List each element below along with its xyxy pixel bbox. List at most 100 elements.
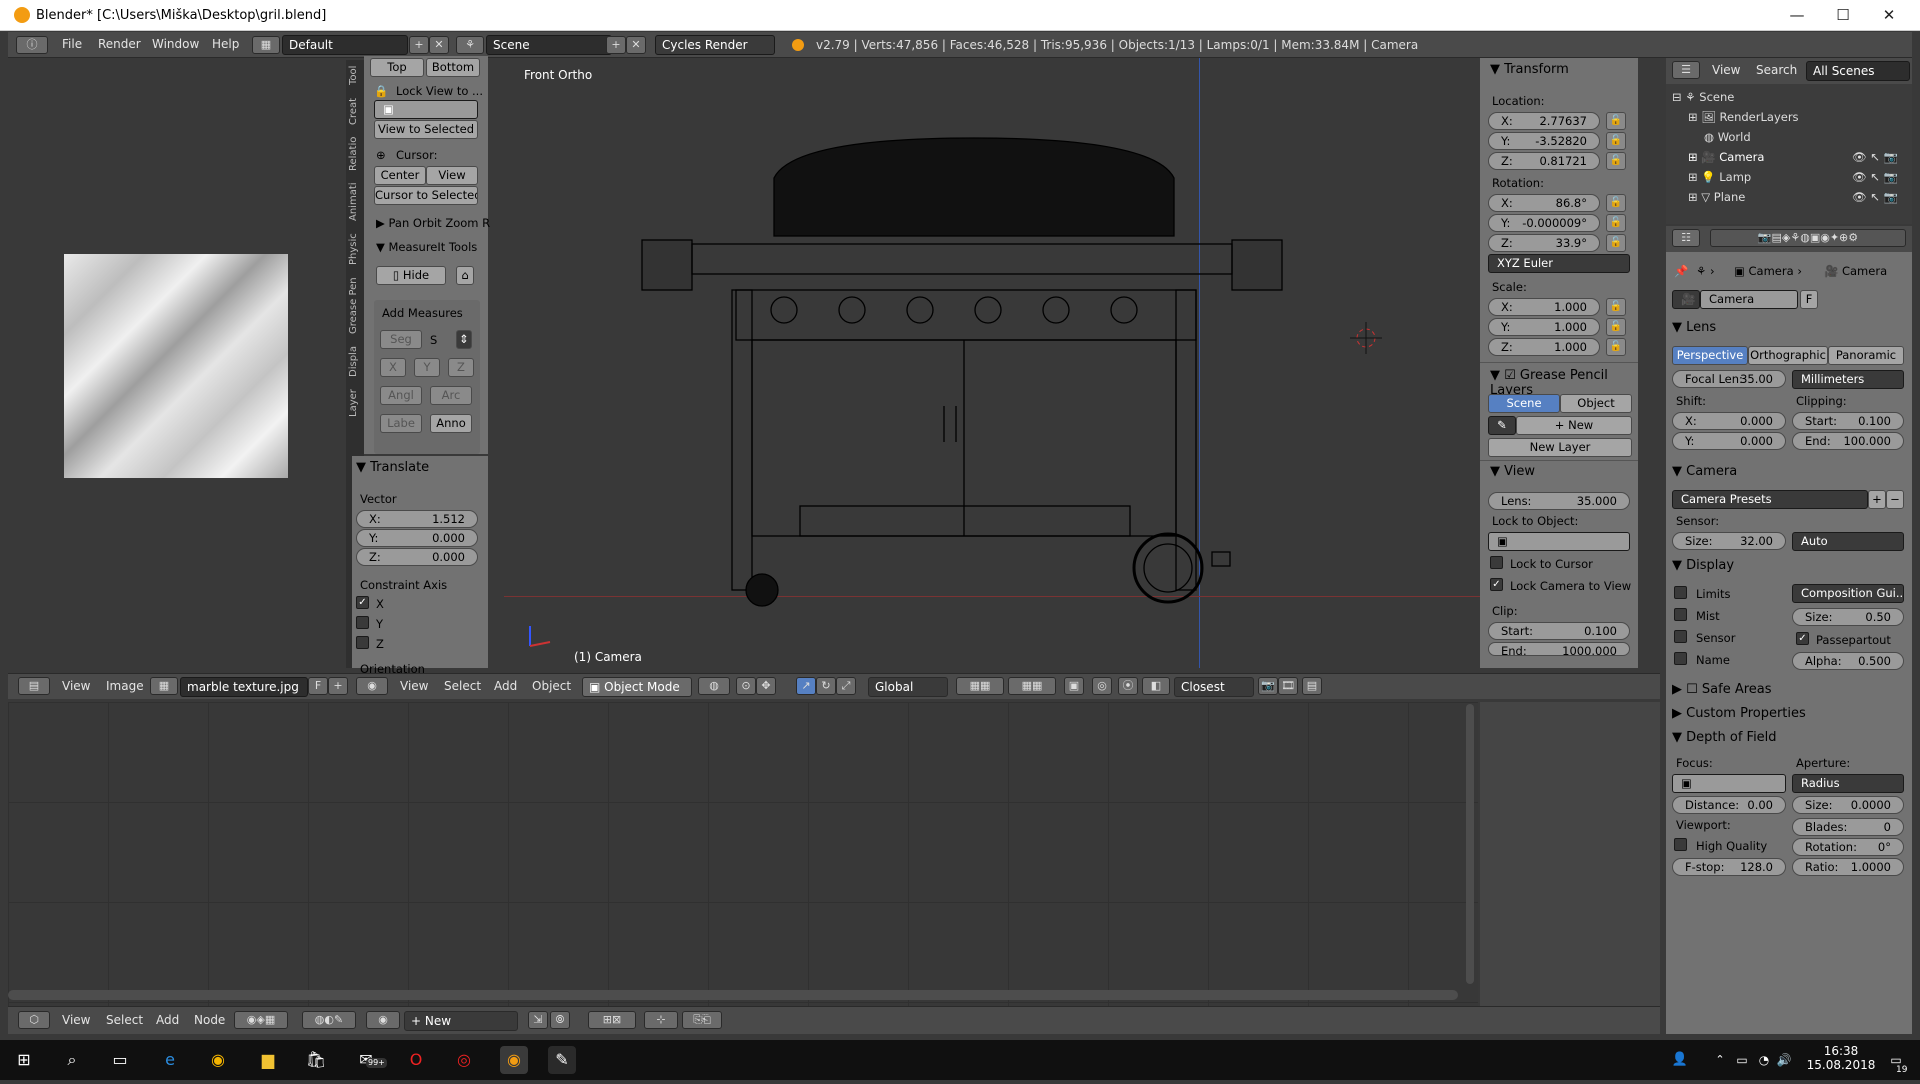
clock[interactable]: 16:38 15.08.2018 xyxy=(1806,1044,1876,1072)
outliner-item-lamp[interactable]: ⊞ 💡 Lamp xyxy=(1688,170,1751,184)
display-panel-header[interactable]: ▼ Display xyxy=(1672,558,1734,573)
translate-panel-header[interactable]: ▼ Translate xyxy=(356,460,429,475)
arc-button[interactable]: Arc xyxy=(430,386,472,405)
high-quality-checkbox[interactable] xyxy=(1674,838,1687,851)
transform-orientation-select[interactable]: Global xyxy=(868,677,948,697)
proportional-edit-icon[interactable]: ◎ xyxy=(1092,677,1112,695)
properties-context-tabs[interactable]: 📷▤◈⚘◍▣◉✦⊕⚙ xyxy=(1710,229,1906,247)
clip-start-property[interactable]: Start: 0.100 xyxy=(1792,412,1904,430)
render-engine-selector[interactable]: Cycles Render xyxy=(655,35,775,55)
cursor-to-selected-button[interactable]: Cursor to Selected xyxy=(374,186,478,205)
view3d-menu-add[interactable]: Add xyxy=(494,679,517,693)
lock-rotation-y-icon[interactable]: 🔓 xyxy=(1606,214,1626,232)
aperture-size-field[interactable]: Size: 0.0000 xyxy=(1792,796,1904,814)
pin-icon[interactable]: 📌 xyxy=(1674,264,1688,278)
menu-render[interactable]: Render xyxy=(98,37,141,51)
task-view-icon[interactable]: ▭ xyxy=(106,1046,134,1074)
aperture-type-select[interactable]: Radius xyxy=(1792,774,1904,793)
aperture-ratio-field[interactable]: Ratio: 1.0000 xyxy=(1792,858,1904,876)
windows-start-icon[interactable]: ⊞ xyxy=(10,1046,38,1074)
rotation-z-field[interactable]: Z: 33.9° xyxy=(1488,234,1600,252)
scale-y-field[interactable]: Y: 1.000 xyxy=(1488,318,1600,336)
node-copy-paste-icons[interactable]: ⎘⎗ xyxy=(682,1011,722,1029)
node-browse-icon[interactable]: ◉ xyxy=(366,1011,400,1029)
camera-data-browse-icon[interactable]: 🎥 xyxy=(1672,290,1700,309)
gp-object-tab[interactable]: Object xyxy=(1560,394,1632,413)
new-layer-button[interactable]: New Layer xyxy=(1488,438,1632,457)
focus-distance-field[interactable]: Distance: 0.00 xyxy=(1672,796,1786,814)
passepartout-checkbox[interactable]: ✓ xyxy=(1796,632,1809,645)
people-icon[interactable]: 👤 xyxy=(1666,1046,1694,1074)
cursor-view-button[interactable]: View xyxy=(426,166,478,185)
outliner-display-mode[interactable]: All Scenes xyxy=(1806,61,1910,81)
top-view-button[interactable]: Top xyxy=(370,58,424,77)
outliner[interactable]: ☰ View Search All Scenes ⊟ ⚘ Scene ⊞ 🖼 R… xyxy=(1666,58,1912,224)
lock-scale-y-icon[interactable]: 🔓 xyxy=(1606,318,1626,336)
custom-properties-panel-header[interactable]: ▶ Custom Properties xyxy=(1672,706,1806,721)
vector-z-field[interactable]: Z: 0.000 xyxy=(356,548,478,566)
outliner-menu-view[interactable]: View xyxy=(1712,63,1740,77)
editor-type-node-icon[interactable]: ⬡ xyxy=(18,1011,50,1029)
menu-help[interactable]: Help xyxy=(212,37,239,51)
lock-location-y-icon[interactable]: 🔓 xyxy=(1606,132,1626,150)
minimize-button[interactable]: — xyxy=(1774,0,1820,31)
image-new-icon[interactable]: + xyxy=(328,677,348,695)
outliner-item-world[interactable]: ◍ World xyxy=(1704,130,1751,144)
blades-field[interactable]: Blades: 0 xyxy=(1792,818,1904,836)
node-editor-v-scrollbar[interactable] xyxy=(1466,704,1474,984)
rotate-manipulator-icon[interactable]: ↻ xyxy=(816,677,836,695)
image-menu-view[interactable]: View xyxy=(62,679,90,693)
rotation-mode-select[interactable]: XYZ Euler xyxy=(1488,254,1630,273)
node-menu-add[interactable]: Add xyxy=(156,1013,179,1027)
perspective-button[interactable]: Perspective xyxy=(1672,346,1748,365)
pan-orbit-zoom-panel[interactable]: ▶ Pan Orbit Zoom R xyxy=(376,216,490,230)
action-center-icon[interactable]: ▭ 19 xyxy=(1882,1046,1910,1075)
location-y-field[interactable]: Y: -3.52820 xyxy=(1488,132,1600,150)
opera-icon[interactable]: O xyxy=(402,1046,430,1074)
node-editor-h-scrollbar[interactable] xyxy=(8,990,1458,1000)
location-z-field[interactable]: Z: 0.81721 xyxy=(1488,152,1600,170)
safe-areas-panel-header[interactable]: ▶ ☐ Safe Areas xyxy=(1672,682,1772,697)
scene-selector[interactable]: Scene xyxy=(486,35,612,55)
shift-x-field[interactable]: X: 0.000 xyxy=(1672,412,1786,430)
location-x-field[interactable]: X: 2.77637 xyxy=(1488,112,1600,130)
gp-brush-icon[interactable]: ✎ xyxy=(1488,416,1516,435)
mist-checkbox[interactable] xyxy=(1674,608,1687,621)
remove-scene-icon[interactable]: ✕ xyxy=(626,36,646,54)
image-menu-image[interactable]: Image xyxy=(106,679,144,693)
node-pin-icon[interactable]: ⦾ xyxy=(550,1011,570,1029)
edge-browser-icon[interactable]: e xyxy=(156,1046,184,1074)
gp-scene-tab[interactable]: Scene xyxy=(1488,394,1560,413)
image-browse-icon[interactable]: ▦ xyxy=(150,677,178,695)
composition-guides-select[interactable]: Composition Gui... xyxy=(1792,584,1904,603)
use-nodes-icon[interactable]: ⇲ xyxy=(528,1011,548,1029)
camera-data-name[interactable]: Camera xyxy=(1700,290,1798,309)
x-measure-button[interactable]: X xyxy=(380,358,406,377)
depth-of-field-panel-header[interactable]: ▼ Depth of Field xyxy=(1672,730,1777,745)
menu-file[interactable]: File xyxy=(62,37,82,51)
view3d-menu-select[interactable]: Select xyxy=(444,679,481,693)
opengl-render-icon[interactable]: 📷 xyxy=(1258,677,1278,695)
annotation-button[interactable]: Anno xyxy=(430,414,472,433)
blender-taskbar-icon[interactable]: ◉ xyxy=(500,1046,528,1074)
viewport-shading-icon[interactable]: ◍ xyxy=(698,677,730,695)
measureit-config-icon[interactable]: ⌂ xyxy=(456,266,474,285)
gp-new-button[interactable]: + New xyxy=(1516,416,1632,435)
clip-end-property[interactable]: End: 100.000 xyxy=(1792,432,1904,450)
focus-object-field[interactable]: ▣ xyxy=(1672,774,1786,793)
cursor-center-button[interactable]: Center xyxy=(374,166,426,185)
add-layout-icon[interactable]: + xyxy=(409,36,429,54)
opengl-anim-icon[interactable]: 🎞 xyxy=(1278,677,1298,695)
lamp-visibility-icons[interactable]: 👁 ↖ 📷 xyxy=(1852,170,1898,184)
search-icon[interactable]: ⌕ xyxy=(58,1046,86,1074)
vector-y-field[interactable]: Y: 0.000 xyxy=(356,529,478,547)
panoramic-button[interactable]: Panoramic xyxy=(1828,346,1904,365)
name-checkbox[interactable] xyxy=(1674,652,1687,665)
size-stepper[interactable]: ⇕ xyxy=(456,330,472,349)
file-explorer-icon[interactable]: ▆ xyxy=(254,1046,282,1074)
node-tree-type-icons[interactable]: ◉◈▦ xyxy=(234,1011,288,1029)
angle-button[interactable]: Angl xyxy=(380,386,422,405)
manipulator-icon[interactable]: ✥ xyxy=(756,677,776,695)
node-menu-view[interactable]: View xyxy=(62,1013,90,1027)
add-preset-icon[interactable]: + xyxy=(1868,490,1886,509)
